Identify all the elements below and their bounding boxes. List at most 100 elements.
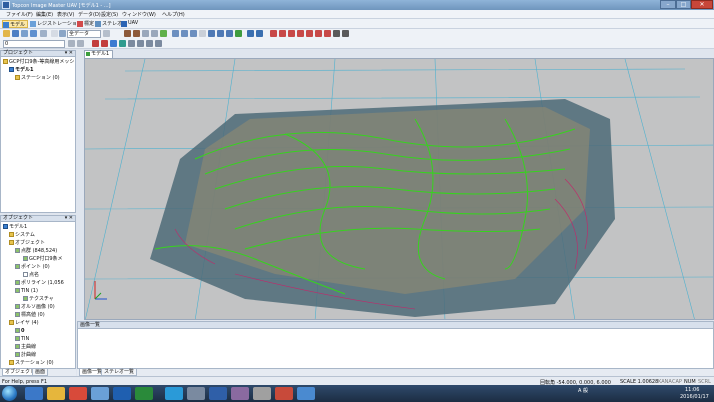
checkbox[interactable] xyxy=(15,304,20,309)
start-button[interactable] xyxy=(2,386,17,401)
measure-icon[interactable] xyxy=(247,30,254,37)
ime-indicator[interactable]: A 般 xyxy=(578,387,588,394)
menu-edit[interactable]: 編集(E) xyxy=(36,11,53,18)
checkbox[interactable] xyxy=(15,288,20,293)
delete-all-icon[interactable] xyxy=(133,30,140,37)
tree-objects[interactable]: オブジェクト xyxy=(9,240,45,247)
checkbox[interactable] xyxy=(23,296,28,301)
3d-viewport[interactable] xyxy=(84,58,714,320)
panel-pin-icon[interactable]: ▾ ✕ xyxy=(65,216,73,221)
render-icon[interactable] xyxy=(342,30,349,37)
tool-move-icon[interactable] xyxy=(77,40,84,47)
tree-system[interactable]: システム xyxy=(9,232,35,239)
checkbox[interactable] xyxy=(15,264,20,269)
tool-line-icon[interactable] xyxy=(101,40,108,47)
tab-stereo-list[interactable]: ステレオ一覧 xyxy=(101,369,138,376)
mesh-4-icon[interactable] xyxy=(297,30,304,37)
pan-icon[interactable] xyxy=(199,30,206,37)
tree-station[interactable]: ステーション (0) xyxy=(15,75,60,82)
tree-ortho[interactable]: オルソ画像 (0) xyxy=(15,304,55,311)
redo-icon[interactable] xyxy=(151,30,158,37)
chrome-icon[interactable] xyxy=(69,387,87,400)
menu-settings[interactable]: 設定(S) xyxy=(101,11,118,18)
layer-combo[interactable]: 全データ xyxy=(67,30,101,38)
app-icon[interactable] xyxy=(187,387,205,400)
print-icon[interactable] xyxy=(40,30,47,37)
menu-data[interactable]: データ(D) xyxy=(78,11,101,18)
tree-texture[interactable]: テクスチャ xyxy=(23,296,54,303)
mesh-6-icon[interactable] xyxy=(315,30,322,37)
app-icon[interactable] xyxy=(135,387,153,400)
folder-icon[interactable] xyxy=(47,387,65,400)
tool-shape-icon[interactable] xyxy=(119,40,126,47)
skype-icon[interactable] xyxy=(165,387,183,400)
color-icon[interactable] xyxy=(235,30,242,37)
word-icon[interactable] xyxy=(209,387,227,400)
checkbox[interactable] xyxy=(15,328,20,333)
open-icon[interactable] xyxy=(3,30,10,37)
close-button[interactable]: ✕ xyxy=(691,0,713,9)
mode-stereo[interactable]: ステレオ xyxy=(95,20,122,28)
explorer-icon[interactable] xyxy=(25,387,43,400)
save-all-icon[interactable] xyxy=(21,30,28,37)
tree-stations[interactable]: ステーション (0) xyxy=(9,360,54,367)
app-icon[interactable] xyxy=(253,387,271,400)
app-icon[interactable] xyxy=(297,387,315,400)
tree-project[interactable]: GCP付口9条-等高線用メッシ xyxy=(3,59,74,66)
mode-uav[interactable]: UAV xyxy=(121,20,139,28)
texture-icon[interactable] xyxy=(333,30,340,37)
zoom-fit-icon[interactable] xyxy=(103,30,110,37)
mode-model[interactable]: モデル xyxy=(2,20,28,28)
menu-help[interactable]: ヘルプ(H) xyxy=(162,11,185,18)
app-icon[interactable] xyxy=(231,387,249,400)
tree-tin[interactable]: TIN (1) xyxy=(15,288,38,295)
image-list-panel[interactable] xyxy=(77,329,714,369)
tool-add-icon[interactable] xyxy=(92,40,99,47)
mode-orientation[interactable]: 標定 xyxy=(77,20,94,28)
minimize-button[interactable]: – xyxy=(660,0,676,9)
copy-icon[interactable] xyxy=(59,30,66,37)
menu-window[interactable]: ウィンドウ(W) xyxy=(122,11,156,18)
zoom-in-icon[interactable] xyxy=(172,30,179,37)
export-icon[interactable] xyxy=(30,30,37,37)
tree-polyline[interactable]: ポリライン (1,056 xyxy=(15,280,64,287)
tree-layer-main-contour[interactable]: 主曲線 xyxy=(15,344,36,351)
checkbox[interactable] xyxy=(15,336,20,341)
panel-pin-icon[interactable]: ▾ ✕ xyxy=(65,51,73,56)
tree-layers[interactable]: レイヤ (4) xyxy=(9,320,39,327)
delete-x-icon[interactable] xyxy=(124,30,131,37)
tree-gcp[interactable]: GCP付口9条メ xyxy=(23,256,63,263)
tree-layer-0[interactable]: 0 xyxy=(15,328,24,335)
tree-layer-index-contour[interactable]: 計曲線 xyxy=(15,352,36,359)
view-top-icon[interactable] xyxy=(208,30,215,37)
tree-pointname[interactable]: 点名 xyxy=(23,272,39,279)
view-side-icon[interactable] xyxy=(226,30,233,37)
tree-model[interactable]: モデル1 xyxy=(9,67,33,74)
mesh-7-icon[interactable] xyxy=(324,30,331,37)
checkbox[interactable] xyxy=(15,312,20,317)
menu-file[interactable]: ファイル(F) xyxy=(6,11,33,18)
terrain-view[interactable] xyxy=(85,59,714,320)
mesh-1-icon[interactable] xyxy=(270,30,277,37)
tool-grid-icon[interactable] xyxy=(128,40,135,47)
value-combo[interactable]: 0 xyxy=(3,40,65,48)
tool-triangle-icon[interactable] xyxy=(110,40,117,47)
checkbox[interactable] xyxy=(15,280,20,285)
maximize-button[interactable]: □ xyxy=(676,0,691,9)
checkbox[interactable] xyxy=(23,256,28,261)
app-icon[interactable] xyxy=(91,387,109,400)
select-icon[interactable] xyxy=(51,30,58,37)
clock-time[interactable]: 11:06 xyxy=(685,387,699,393)
tree-model1[interactable]: モデル1 xyxy=(3,224,27,231)
app-icon[interactable] xyxy=(275,387,293,400)
tool-table-icon[interactable] xyxy=(137,40,144,47)
undo-icon[interactable] xyxy=(142,30,149,37)
mesh-2-icon[interactable] xyxy=(279,30,286,37)
zoom-out-icon[interactable] xyxy=(181,30,188,37)
checkbox[interactable] xyxy=(15,344,20,349)
checkbox[interactable] xyxy=(23,272,28,277)
view-front-icon[interactable] xyxy=(217,30,224,37)
view-mode-icon[interactable] xyxy=(256,30,263,37)
ie-icon[interactable] xyxy=(113,387,131,400)
tool-arrow-icon[interactable] xyxy=(68,40,75,47)
